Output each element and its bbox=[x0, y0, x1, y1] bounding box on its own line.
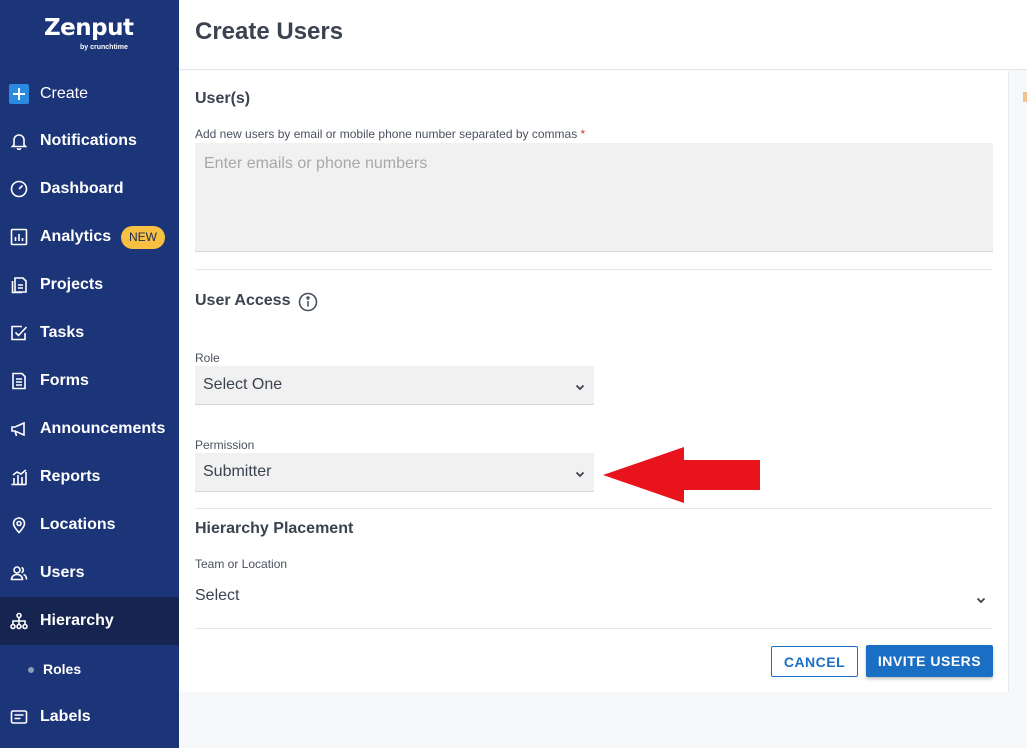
sidebar-item-users[interactable]: Users bbox=[0, 549, 179, 597]
permission-select[interactable]: Submitter bbox=[195, 453, 594, 492]
plus-square-icon bbox=[9, 84, 29, 104]
new-badge: NEW bbox=[121, 226, 165, 249]
projects-icon bbox=[9, 275, 29, 295]
sidebar-item-projects[interactable]: Projects bbox=[0, 261, 179, 309]
map-pin-icon bbox=[9, 515, 29, 535]
sidebar-item-label: Analytics bbox=[40, 228, 112, 245]
page-title: Create Users bbox=[195, 18, 344, 45]
sidebar-item-label: Announcements bbox=[40, 420, 166, 437]
gauge-icon bbox=[9, 179, 29, 199]
chevron-down-icon bbox=[975, 593, 987, 605]
info-icon[interactable] bbox=[298, 292, 318, 312]
sidebar-item-label: Dashboard bbox=[40, 180, 124, 197]
bar-chart-icon bbox=[9, 467, 29, 487]
sidebar-item-reports[interactable]: Reports bbox=[0, 453, 179, 501]
bell-icon bbox=[9, 131, 29, 151]
divider bbox=[195, 269, 993, 270]
sidebar: Zenput by crunchtime Create Notification… bbox=[0, 0, 179, 748]
sidebar-item-create[interactable]: Create bbox=[0, 70, 179, 118]
required-asterisk: * bbox=[580, 127, 586, 141]
label-icon bbox=[9, 707, 29, 727]
chevron-down-icon bbox=[574, 380, 586, 392]
permission-select-value: Submitter bbox=[203, 463, 272, 480]
document-icon bbox=[9, 371, 29, 391]
sidebar-item-label: Create bbox=[40, 85, 89, 102]
sidebar-item-analytics[interactable]: Analytics NEW bbox=[0, 213, 179, 261]
annotation-arrow-icon bbox=[603, 447, 760, 503]
team-location-select[interactable]: Select bbox=[195, 581, 993, 617]
cancel-button[interactable]: CANCEL bbox=[771, 646, 858, 677]
sidebar-subitem-roles[interactable]: Roles bbox=[0, 645, 179, 693]
role-select-value: Select One bbox=[203, 376, 283, 393]
sidebar-item-label: Users bbox=[40, 564, 85, 581]
sidebar-item-dashboard[interactable]: Dashboard bbox=[0, 165, 179, 213]
divider bbox=[195, 628, 993, 629]
sidebar-item-label: Locations bbox=[40, 516, 116, 533]
sidebar-item-label: Notifications bbox=[40, 132, 137, 149]
megaphone-icon bbox=[9, 419, 29, 439]
users-help-label: Add new users by email or mobile phone n… bbox=[195, 127, 585, 141]
chart-icon bbox=[9, 227, 29, 247]
bullet-icon bbox=[28, 667, 34, 673]
divider bbox=[195, 508, 993, 509]
permission-label: Permission bbox=[195, 438, 255, 452]
team-location-label: Team or Location bbox=[195, 557, 288, 571]
create-users-form: User(s) Add new users by email or mobile… bbox=[179, 71, 1009, 692]
hierarchy-placement-title: Hierarchy Placement bbox=[195, 520, 354, 537]
sidebar-item-announcements[interactable]: Announcements bbox=[0, 405, 179, 453]
sidebar-item-label: Tasks bbox=[40, 324, 85, 341]
user-access-title: User Access bbox=[195, 292, 291, 309]
sidebar-item-labels[interactable]: Labels bbox=[0, 693, 179, 741]
sidebar-item-notifications[interactable]: Notifications bbox=[0, 117, 179, 165]
sidebar-item-label: Labels bbox=[40, 708, 91, 725]
sidebar-item-locations[interactable]: Locations bbox=[0, 501, 179, 549]
sidebar-item-tasks[interactable]: Tasks bbox=[0, 309, 179, 357]
users-section-title: User(s) bbox=[195, 90, 251, 107]
sidebar-item-label: Hierarchy bbox=[40, 612, 114, 629]
users-icon bbox=[9, 563, 29, 583]
logo-tagline: by crunchtime bbox=[80, 44, 128, 51]
invite-users-button[interactable]: INVITE USERS bbox=[866, 645, 993, 677]
sidebar-item-label: Forms bbox=[40, 372, 89, 389]
role-label: Role bbox=[195, 351, 220, 365]
edge-indicator bbox=[1023, 92, 1027, 102]
hierarchy-icon bbox=[9, 611, 29, 631]
sidebar-subitem-label: Roles bbox=[43, 661, 82, 677]
role-select[interactable]: Select One bbox=[195, 366, 594, 405]
sidebar-item-label: Projects bbox=[40, 276, 104, 293]
users-input[interactable] bbox=[195, 143, 993, 252]
team-location-select-value: Select bbox=[195, 587, 240, 604]
zenput-logo[interactable]: Zenput by crunchtime bbox=[44, 14, 144, 54]
page-header: Create Users bbox=[179, 0, 1027, 70]
users-help-text: Add new users by email or mobile phone n… bbox=[195, 127, 578, 141]
sidebar-item-hierarchy[interactable]: Hierarchy bbox=[0, 597, 179, 645]
logo-wordmark: Zenput bbox=[44, 15, 134, 41]
checkbox-icon bbox=[9, 323, 29, 343]
sidebar-item-forms[interactable]: Forms bbox=[0, 357, 179, 405]
chevron-down-icon bbox=[574, 467, 586, 479]
sidebar-item-label: Reports bbox=[40, 468, 101, 485]
